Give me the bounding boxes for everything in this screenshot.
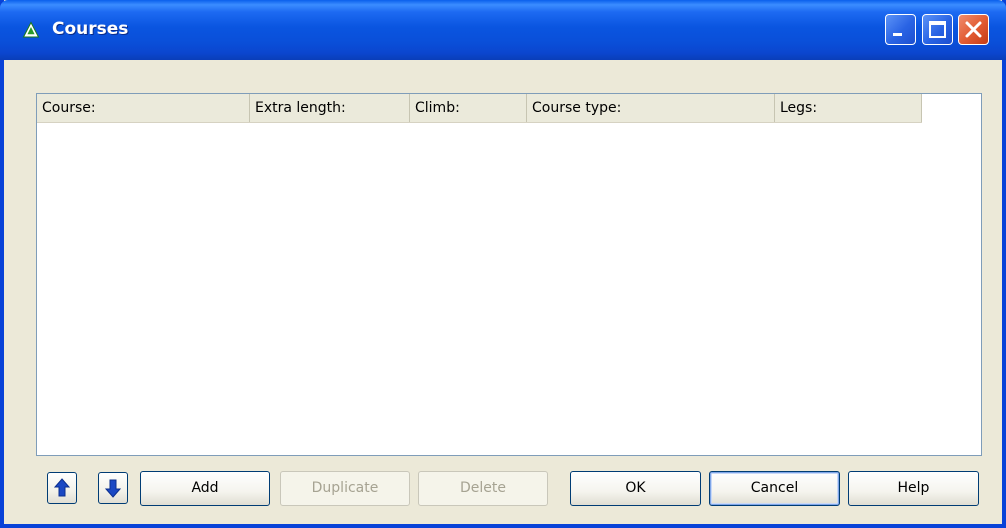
delete-button[interactable]: Delete: [418, 471, 548, 506]
list-header: Course: Extra length: Climb: Course type…: [37, 94, 922, 123]
cancel-button[interactable]: Cancel: [709, 471, 840, 506]
duplicate-button[interactable]: Duplicate: [280, 471, 410, 506]
ok-button[interactable]: OK: [570, 471, 701, 506]
window-title: Courses: [52, 19, 129, 39]
minimize-button[interactable]: [885, 14, 916, 45]
list-body[interactable]: [37, 123, 981, 455]
add-button[interactable]: Add: [140, 471, 270, 506]
maximize-button[interactable]: [922, 14, 953, 45]
orienteering-app-icon: [22, 21, 40, 39]
courses-list[interactable]: Course: Extra length: Climb: Course type…: [36, 93, 982, 456]
column-header-course[interactable]: Course:: [37, 94, 250, 122]
close-button[interactable]: [958, 14, 989, 45]
help-button[interactable]: Help: [848, 471, 979, 506]
column-header-climb[interactable]: Climb:: [410, 94, 527, 122]
move-up-button[interactable]: [47, 472, 77, 504]
courses-dialog: Courses Course: Extra length: Climb: Cou…: [0, 0, 1006, 528]
title-bar[interactable]: Courses: [0, 0, 1006, 60]
column-header-extra-length[interactable]: Extra length:: [250, 94, 410, 122]
column-header-legs[interactable]: Legs:: [775, 94, 922, 122]
column-header-course-type[interactable]: Course type:: [527, 94, 775, 122]
move-down-button[interactable]: [98, 472, 128, 504]
